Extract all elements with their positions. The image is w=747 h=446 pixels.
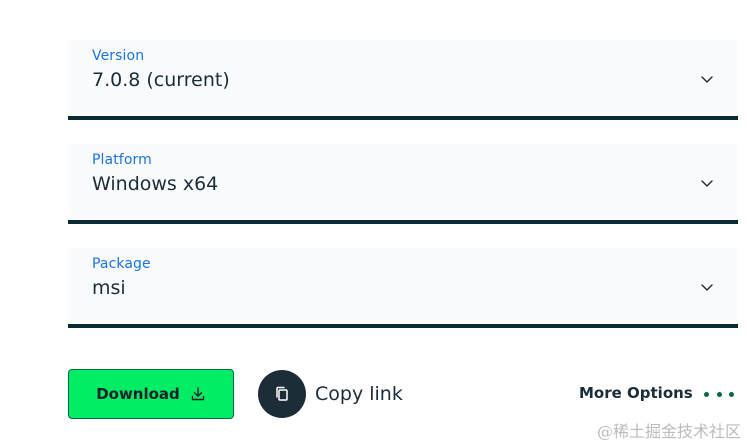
platform-value: Windows x64 (92, 173, 219, 195)
more-options-link[interactable]: More Options (579, 384, 693, 402)
copy-link-button[interactable]: Copy link (258, 370, 403, 418)
watermark: @稀土掘金技术社区 (596, 422, 741, 441)
chevron-down-icon (701, 76, 713, 83)
download-icon (191, 387, 204, 401)
chevron-down-icon (701, 284, 713, 291)
version-value: 7.0.8 (current) (92, 69, 230, 91)
ellipsis-dot (716, 391, 722, 397)
package-select[interactable]: Package msi (68, 248, 738, 328)
package-value: msi (92, 277, 126, 299)
ellipsis-dot (704, 391, 709, 397)
package-label: Package (92, 256, 151, 272)
platform-select[interactable]: Platform Windows x64 (68, 144, 738, 224)
download-button[interactable]: Download (68, 369, 234, 419)
copy-icon-circle[interactable] (258, 370, 306, 418)
platform-label: Platform (92, 152, 152, 168)
copy-link-label: Copy link (315, 383, 403, 405)
chevron-down-icon (701, 180, 713, 187)
version-select[interactable]: Version 7.0.8 (current) (68, 40, 738, 120)
download-button-label: Download (96, 385, 180, 403)
ellipsis-dot (729, 391, 734, 397)
ellipsis-icon[interactable] (704, 388, 734, 400)
copy-icon (276, 386, 288, 401)
version-label: Version (92, 48, 145, 64)
